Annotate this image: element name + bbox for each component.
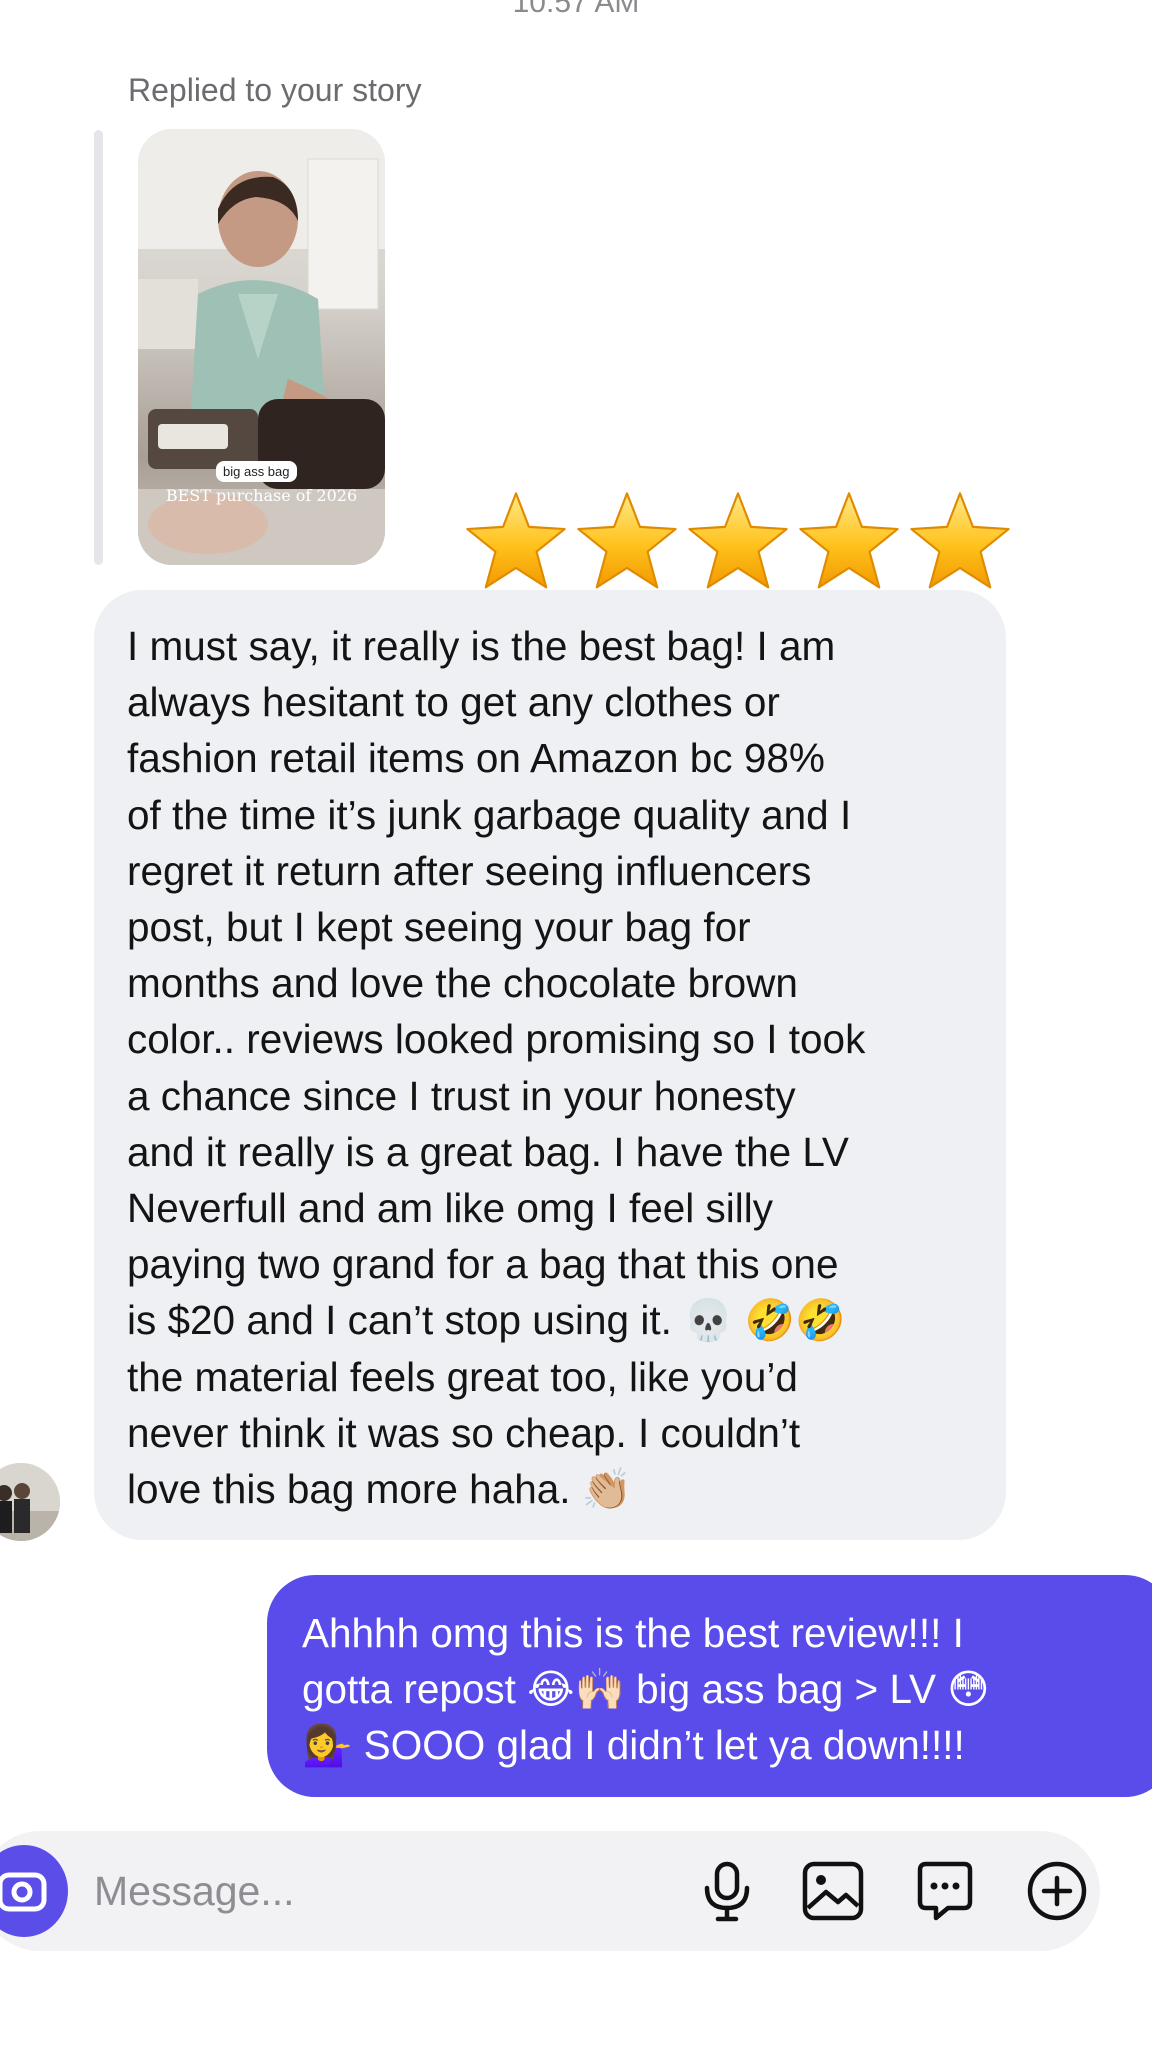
star-icon — [910, 492, 1010, 589]
message-line: of the time it’s junk garbage quality an… — [127, 791, 852, 838]
message-input[interactable] — [94, 1858, 654, 1924]
star-icon — [577, 492, 677, 589]
star-reaction — [462, 488, 1015, 598]
camera-icon — [0, 1872, 47, 1912]
message-line: paying two grand for a bag that this one — [127, 1241, 839, 1288]
message-line: a chance since I trust in your honesty — [127, 1072, 796, 1119]
star-icon — [799, 492, 899, 589]
reply-label: Replied to your story — [128, 72, 422, 108]
message-line: months and love the chocolate brown — [127, 960, 798, 1007]
message-line: gotta repost 😂🙌🏻 big ass bag > LV 😳 — [302, 1666, 990, 1713]
story-sticker: big ass bag — [216, 461, 297, 482]
incoming-message-bubble[interactable]: I must say, it really is the best bag! I… — [94, 590, 1006, 1540]
microphone-icon[interactable] — [694, 1858, 760, 1924]
star-icon — [688, 492, 788, 589]
story-caption: BEST purchase of 2026 — [165, 486, 358, 505]
story-thumbnail[interactable]: big ass bag BEST purchase of 2026 — [138, 129, 385, 565]
star-icon — [466, 492, 566, 589]
message-line: fashion retail items on Amazon bc 98% — [127, 735, 825, 782]
message-line: Ahhhh omg this is the best review!!! I — [302, 1610, 964, 1656]
message-line: and it really is a great bag. I have the… — [127, 1128, 849, 1175]
timestamp: 10:57 AM — [512, 0, 640, 19]
message-line: the material feels great too, like you’d — [127, 1353, 798, 1400]
gallery-icon[interactable] — [800, 1858, 866, 1924]
sender-avatar[interactable] — [0, 1463, 60, 1541]
plus-icon[interactable] — [1024, 1858, 1090, 1924]
outgoing-message-bubble[interactable]: Ahhhh omg this is the best review!!! I go… — [267, 1575, 1152, 1797]
message-line: never think it was so cheap. I couldn’t — [127, 1409, 801, 1456]
message-line: always hesitant to get any clothes or — [127, 679, 780, 726]
reply-indicator-bar — [94, 130, 103, 565]
message-line: regret it return after seeing influencer… — [127, 847, 812, 894]
message-line: Neverfull and am like omg I feel silly — [127, 1185, 774, 1232]
message-line: I must say, it really is the best bag! I… — [127, 623, 836, 669]
message-line: is $20 and I can’t stop using it. 💀 🤣🤣 — [127, 1297, 846, 1344]
message-line: post, but I kept seeing your bag for — [127, 904, 751, 951]
sticker-icon[interactable] — [912, 1858, 978, 1924]
message-line: love this bag more haha. 👏🏼 — [127, 1466, 633, 1513]
message-line: color.. reviews looked promising so I to… — [127, 1016, 866, 1063]
message-line: 💁‍♀️ SOOO glad I didn’t let ya down!!!! — [302, 1722, 965, 1769]
